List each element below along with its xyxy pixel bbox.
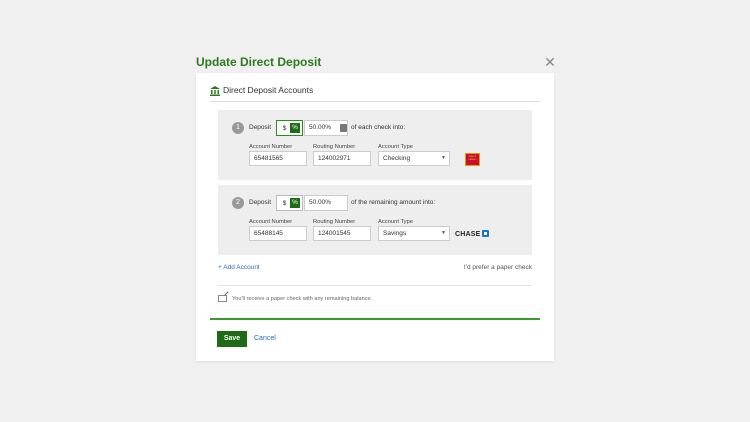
deposit-suffix: of each check into: [351, 124, 406, 131]
dollar-option[interactable]: $ [279, 200, 290, 207]
save-button[interactable]: Save [217, 331, 247, 347]
bank-icon [210, 86, 220, 96]
calculator-icon[interactable] [340, 124, 347, 132]
routing-number-field[interactable]: 124001545 [313, 226, 371, 241]
deposit-label: Deposit [249, 124, 272, 131]
routing-number-label: Routing Number [313, 144, 356, 150]
amount-type-toggle[interactable]: $ % [276, 195, 303, 211]
chevron-down-icon: ▼ [441, 155, 446, 161]
account-number-label: Account Number [249, 219, 293, 225]
account-type-value: Checking [383, 155, 411, 162]
step-number: 2 [232, 197, 244, 209]
dollar-option[interactable]: $ [279, 125, 290, 132]
account-number-field[interactable]: 65481565 [249, 151, 307, 166]
edit-note-icon [218, 295, 227, 302]
chase-octagon-icon [481, 230, 489, 237]
account-type-value: Savings [383, 230, 407, 237]
percent-option[interactable]: % [290, 123, 300, 133]
deposit-account-card: 1 Deposit $ % 50.00% of each check into:… [218, 110, 532, 180]
divider-accent [210, 318, 540, 320]
bank-logo-text: CHASE [455, 231, 481, 238]
chevron-down-icon: ▼ [441, 230, 446, 236]
percent-option[interactable]: % [290, 198, 300, 208]
amount-type-toggle[interactable]: $ % [276, 120, 303, 136]
account-number-field[interactable]: 65488145 [249, 226, 307, 241]
section-title: Direct Deposit Accounts [223, 85, 314, 95]
bank-logo-text: WELLS FARGO [468, 156, 477, 161]
paper-check-note: You'll receive a paper check with any re… [232, 296, 373, 302]
account-type-select[interactable]: Savings ▼ [378, 226, 450, 241]
deposit-label: Deposit [249, 199, 272, 206]
amount-input[interactable]: 50.00% [304, 195, 348, 211]
wells-fargo-logo: WELLS FARGO [465, 153, 480, 166]
account-type-label: Account Type [378, 219, 414, 225]
deposit-suffix: of the remaining amount into: [351, 199, 436, 206]
routing-number-label: Routing Number [313, 219, 356, 225]
paper-check-link[interactable]: I'd prefer a paper check [464, 264, 532, 271]
divider [218, 285, 532, 286]
add-account-link[interactable]: + Add Account [218, 264, 260, 271]
direct-deposit-dialog: Direct Deposit Accounts 1 Deposit $ % 50… [196, 73, 554, 361]
cancel-button[interactable]: Cancel [254, 335, 276, 342]
account-type-label: Account Type [378, 144, 414, 150]
deposit-account-card: 2 Deposit $ % 50.00% of the remaining am… [218, 185, 532, 255]
account-type-select[interactable]: Checking ▼ [378, 151, 450, 166]
routing-number-field[interactable]: 124002971 [313, 151, 371, 166]
close-icon[interactable]: ✕ [544, 55, 556, 69]
step-number: 1 [232, 122, 244, 134]
account-number-label: Account Number [249, 144, 293, 150]
section-header: Direct Deposit Accounts [210, 85, 540, 102]
chase-logo: CHASE [455, 230, 489, 238]
dialog-title: Update Direct Deposit [196, 55, 322, 69]
